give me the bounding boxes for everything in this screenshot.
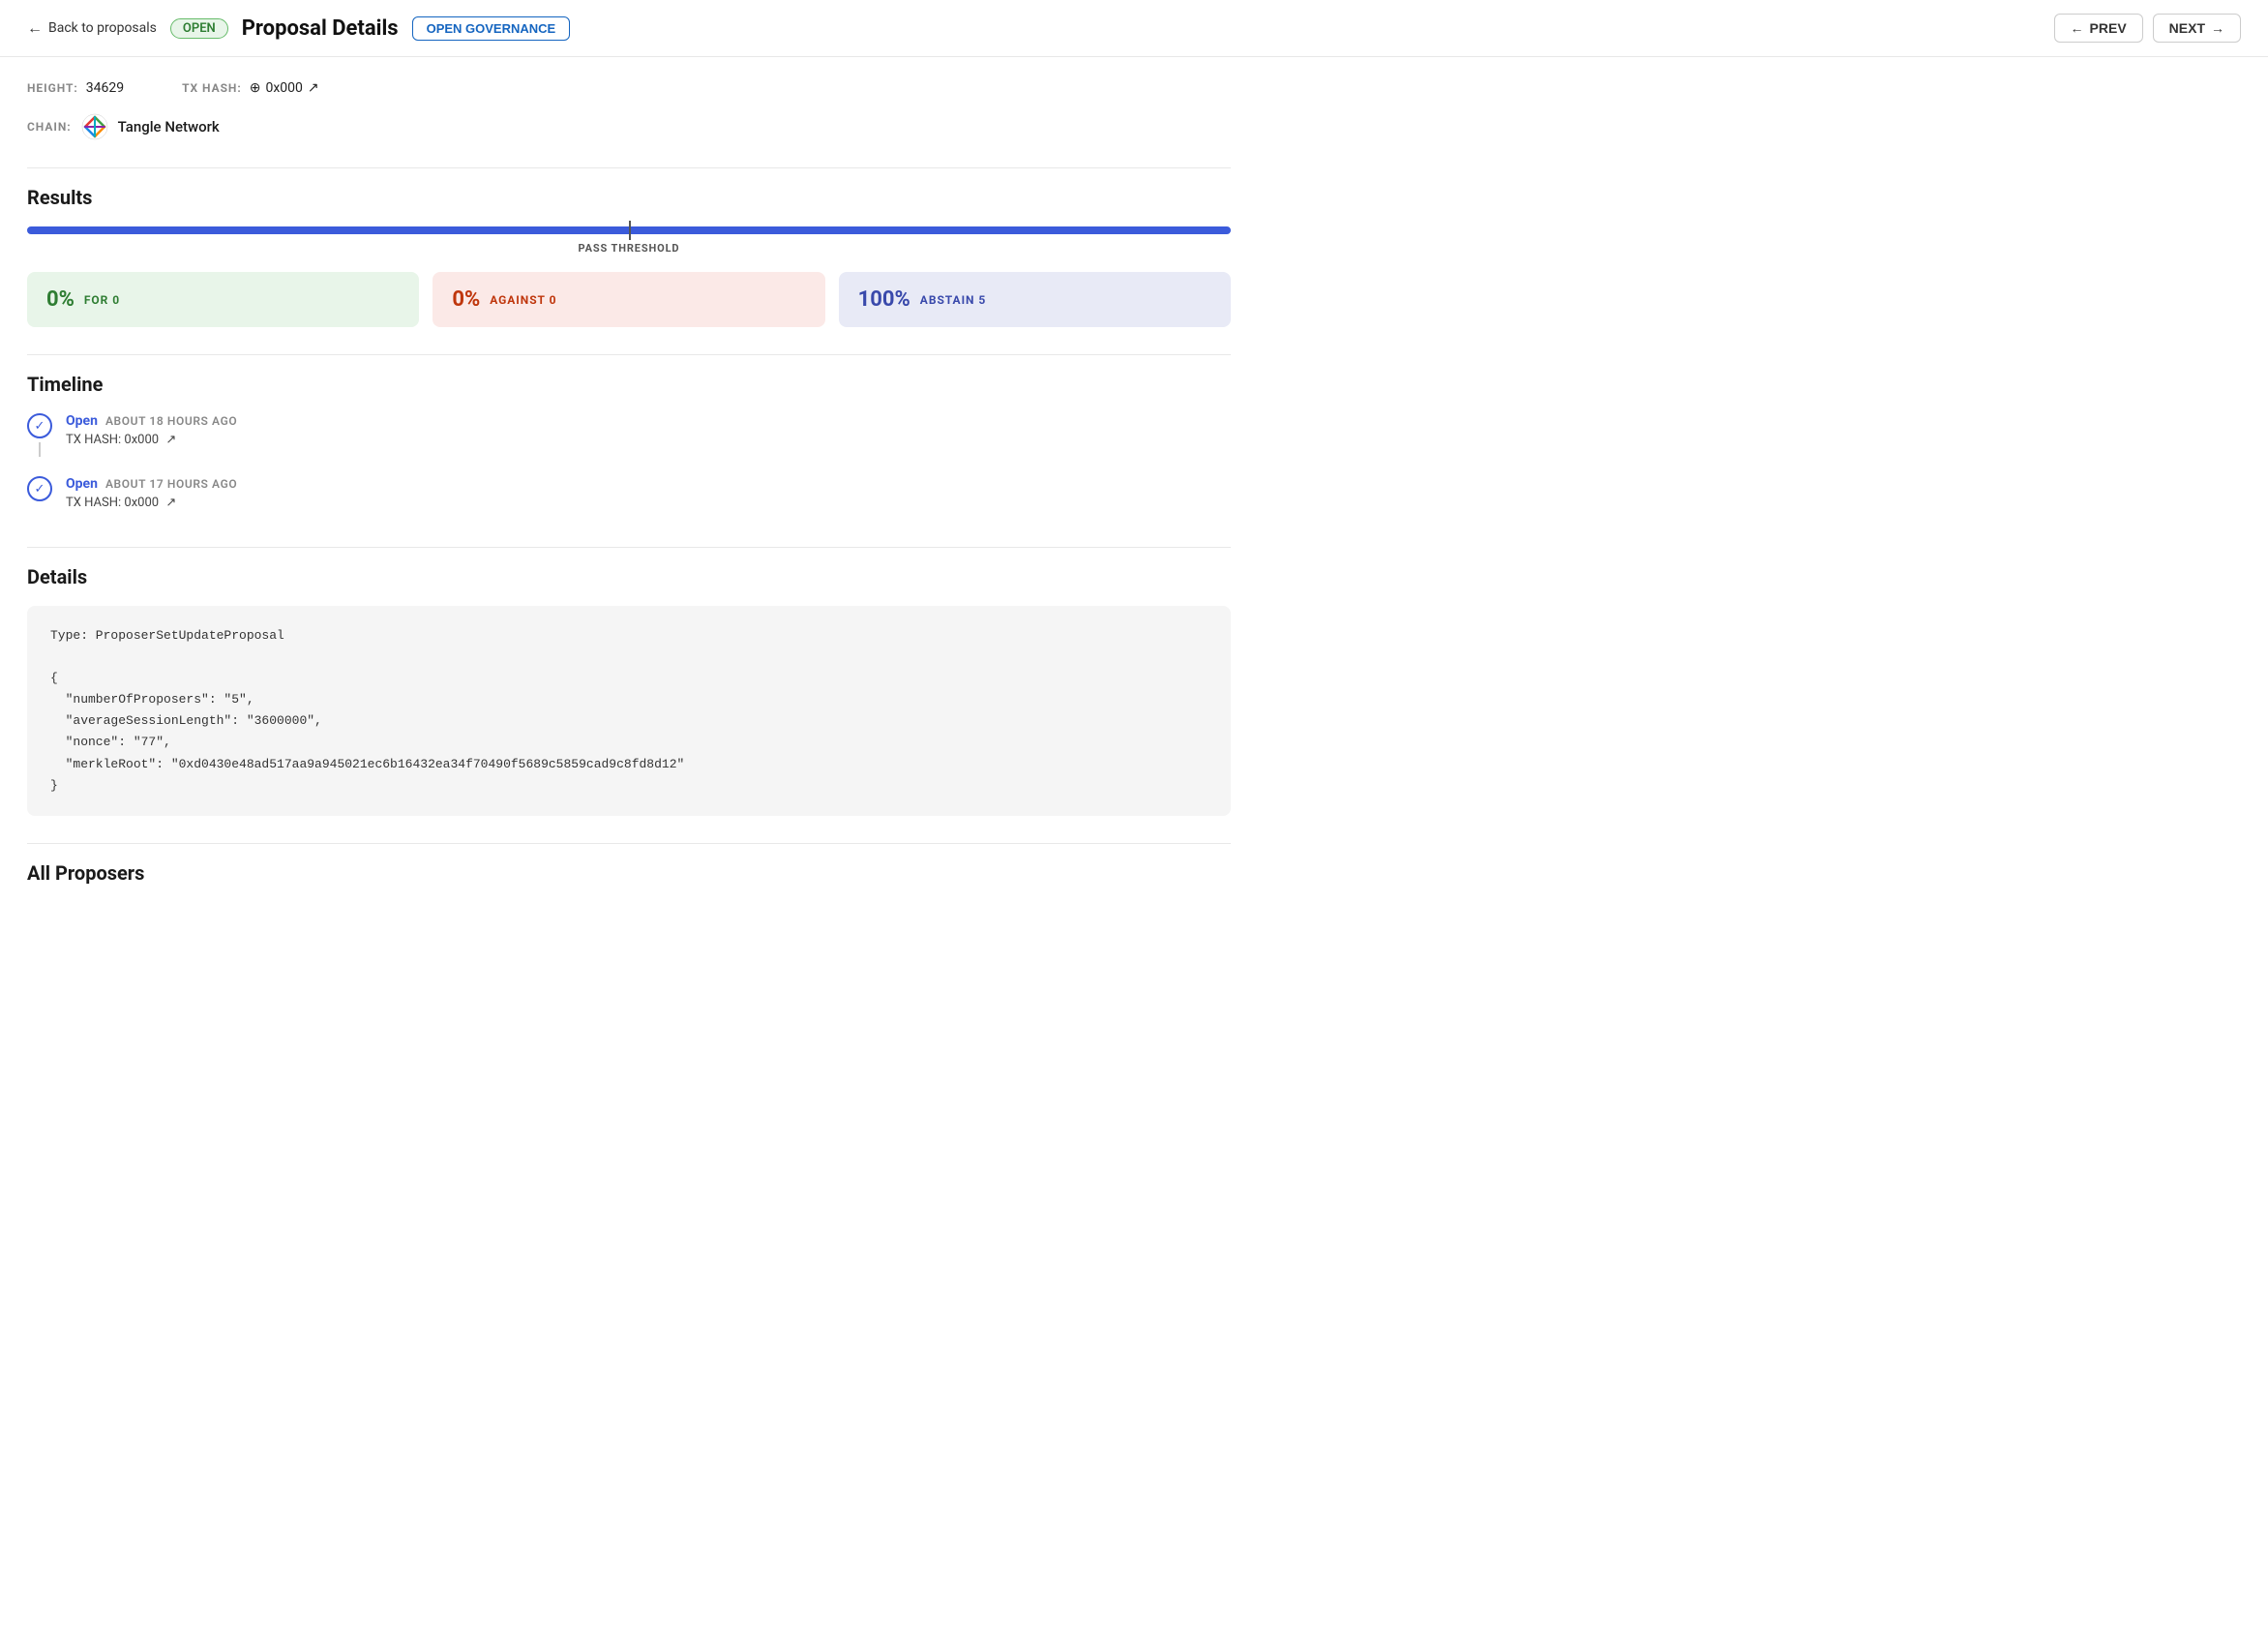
timeline-left-2: ✓ [27, 476, 52, 520]
timeline-title: Timeline [27, 373, 1231, 396]
timeline-content-2: Open ABOUT 17 HOURS AGO TX HASH: 0x000 ↗ [66, 476, 1231, 520]
prev-arrow-icon: ← [2071, 20, 2084, 36]
next-button[interactable]: NEXT → [2153, 14, 2241, 43]
tx-value-2: 0x000 [124, 496, 159, 510]
next-arrow-icon: → [2211, 20, 2224, 36]
external-link-icon-tx1[interactable]: ↗ [165, 433, 176, 447]
timeline-time-1: ABOUT 18 HOURS AGO [105, 414, 237, 428]
threshold-line [629, 221, 631, 240]
results-title: Results [27, 186, 1231, 209]
timeline-status-1: Open [66, 413, 98, 429]
tx-label-1: TX HASH: [66, 433, 121, 447]
details-code-block: Type: ProposerSetUpdateProposal { "numbe… [27, 606, 1231, 816]
tx-hash-value: 0x000 [265, 80, 302, 96]
abstain-label: ABSTAIN 5 [920, 293, 986, 307]
abstain-percent: 100% [858, 287, 910, 312]
timeline-section: Timeline ✓ Open ABOUT 18 HOURS AGO TX HA… [27, 373, 1231, 520]
prev-button[interactable]: ← PREV [2054, 14, 2143, 43]
timeline-item-1: ✓ Open ABOUT 18 HOURS AGO TX HASH: 0x000… [27, 413, 1231, 457]
results-section: Results PASS THRESHOLD 0% FOR 0 0% AGAIN… [27, 186, 1231, 327]
chain-label: CHAIN: [27, 120, 72, 134]
next-label: NEXT [2169, 20, 2205, 36]
back-label: Back to proposals [48, 20, 157, 36]
timeline-circle-2: ✓ [27, 476, 52, 501]
prev-label: PREV [2090, 20, 2127, 36]
meta-row: HEIGHT: 34629 TX HASH: ⊕ 0x000 ↗ [27, 80, 1231, 96]
all-proposers-section: All Proposers [27, 861, 1231, 885]
tangle-network-icon [81, 113, 108, 140]
timeline-content-1: Open ABOUT 18 HOURS AGO TX HASH: 0x000 ↗ [66, 413, 1231, 457]
back-to-proposals-link[interactable]: ← Back to proposals [27, 18, 157, 38]
timeline-status-2: Open [66, 476, 98, 492]
page-header: ← Back to proposals OPEN Proposal Detail… [0, 0, 2268, 57]
tx-hash-link[interactable]: ⊕ 0x000 ↗ [250, 80, 319, 96]
external-link-icon: ↗ [308, 80, 319, 96]
divider-4 [27, 843, 1231, 844]
back-arrow-icon: ← [27, 18, 43, 38]
timeline-header-1: Open ABOUT 18 HOURS AGO [66, 413, 1231, 429]
timeline-tx-2: TX HASH: 0x000 ↗ [66, 496, 1231, 510]
external-link-icon-tx2[interactable]: ↗ [165, 496, 176, 510]
height-value: 34629 [86, 80, 124, 96]
tx-hash-meta: TX HASH: ⊕ 0x000 ↗ [182, 80, 319, 96]
threshold-label: PASS THRESHOLD [27, 242, 1231, 255]
progress-bar-container [27, 226, 1231, 234]
height-meta: HEIGHT: 34629 [27, 80, 124, 96]
timeline-circle-1: ✓ [27, 413, 52, 438]
against-label: AGAINST 0 [490, 293, 556, 307]
circle-check-icon-2: ✓ [35, 482, 45, 497]
circle-check-icon-1: ✓ [35, 419, 45, 434]
tx-label-2: TX HASH: [66, 496, 121, 510]
for-percent: 0% [46, 287, 75, 312]
all-proposers-title: All Proposers [27, 861, 1231, 885]
against-percent: 0% [452, 287, 480, 312]
timeline-tx-1: TX HASH: 0x000 ↗ [66, 433, 1231, 447]
timeline-header-2: Open ABOUT 17 HOURS AGO [66, 476, 1231, 492]
vote-cards: 0% FOR 0 0% AGAINST 0 100% ABSTAIN 5 [27, 272, 1231, 327]
chain-row: CHAIN: Tangle Network [27, 113, 1231, 140]
chain-name: Tangle Network [118, 118, 220, 136]
divider-2 [27, 354, 1231, 355]
details-title: Details [27, 565, 1231, 588]
timeline-item-2: ✓ Open ABOUT 17 HOURS AGO TX HASH: 0x000… [27, 476, 1231, 520]
open-status-badge: OPEN [170, 18, 228, 39]
height-label: HEIGHT: [27, 81, 78, 95]
timeline-time-2: ABOUT 17 HOURS AGO [105, 477, 237, 491]
vote-card-abstain: 100% ABSTAIN 5 [839, 272, 1231, 327]
for-label: FOR 0 [84, 293, 120, 307]
timeline-line-1 [39, 442, 41, 457]
tx-hash-label: TX HASH: [182, 81, 242, 95]
divider-1 [27, 167, 1231, 168]
divider-3 [27, 547, 1231, 548]
vote-card-for: 0% FOR 0 [27, 272, 419, 327]
header-navigation: ← PREV NEXT → [2054, 14, 2241, 43]
page-title: Proposal Details [242, 16, 399, 41]
open-governance-button[interactable]: OPEN GOVERNANCE [412, 16, 571, 41]
timeline-left-1: ✓ [27, 413, 52, 457]
tx-value-1: 0x000 [124, 433, 159, 447]
main-content: HEIGHT: 34629 TX HASH: ⊕ 0x000 ↗ CHAIN: … [0, 57, 1258, 925]
vote-card-against: 0% AGAINST 0 [433, 272, 824, 327]
tx-icon: ⊕ [250, 80, 261, 96]
details-section: Details Type: ProposerSetUpdateProposal … [27, 565, 1231, 816]
